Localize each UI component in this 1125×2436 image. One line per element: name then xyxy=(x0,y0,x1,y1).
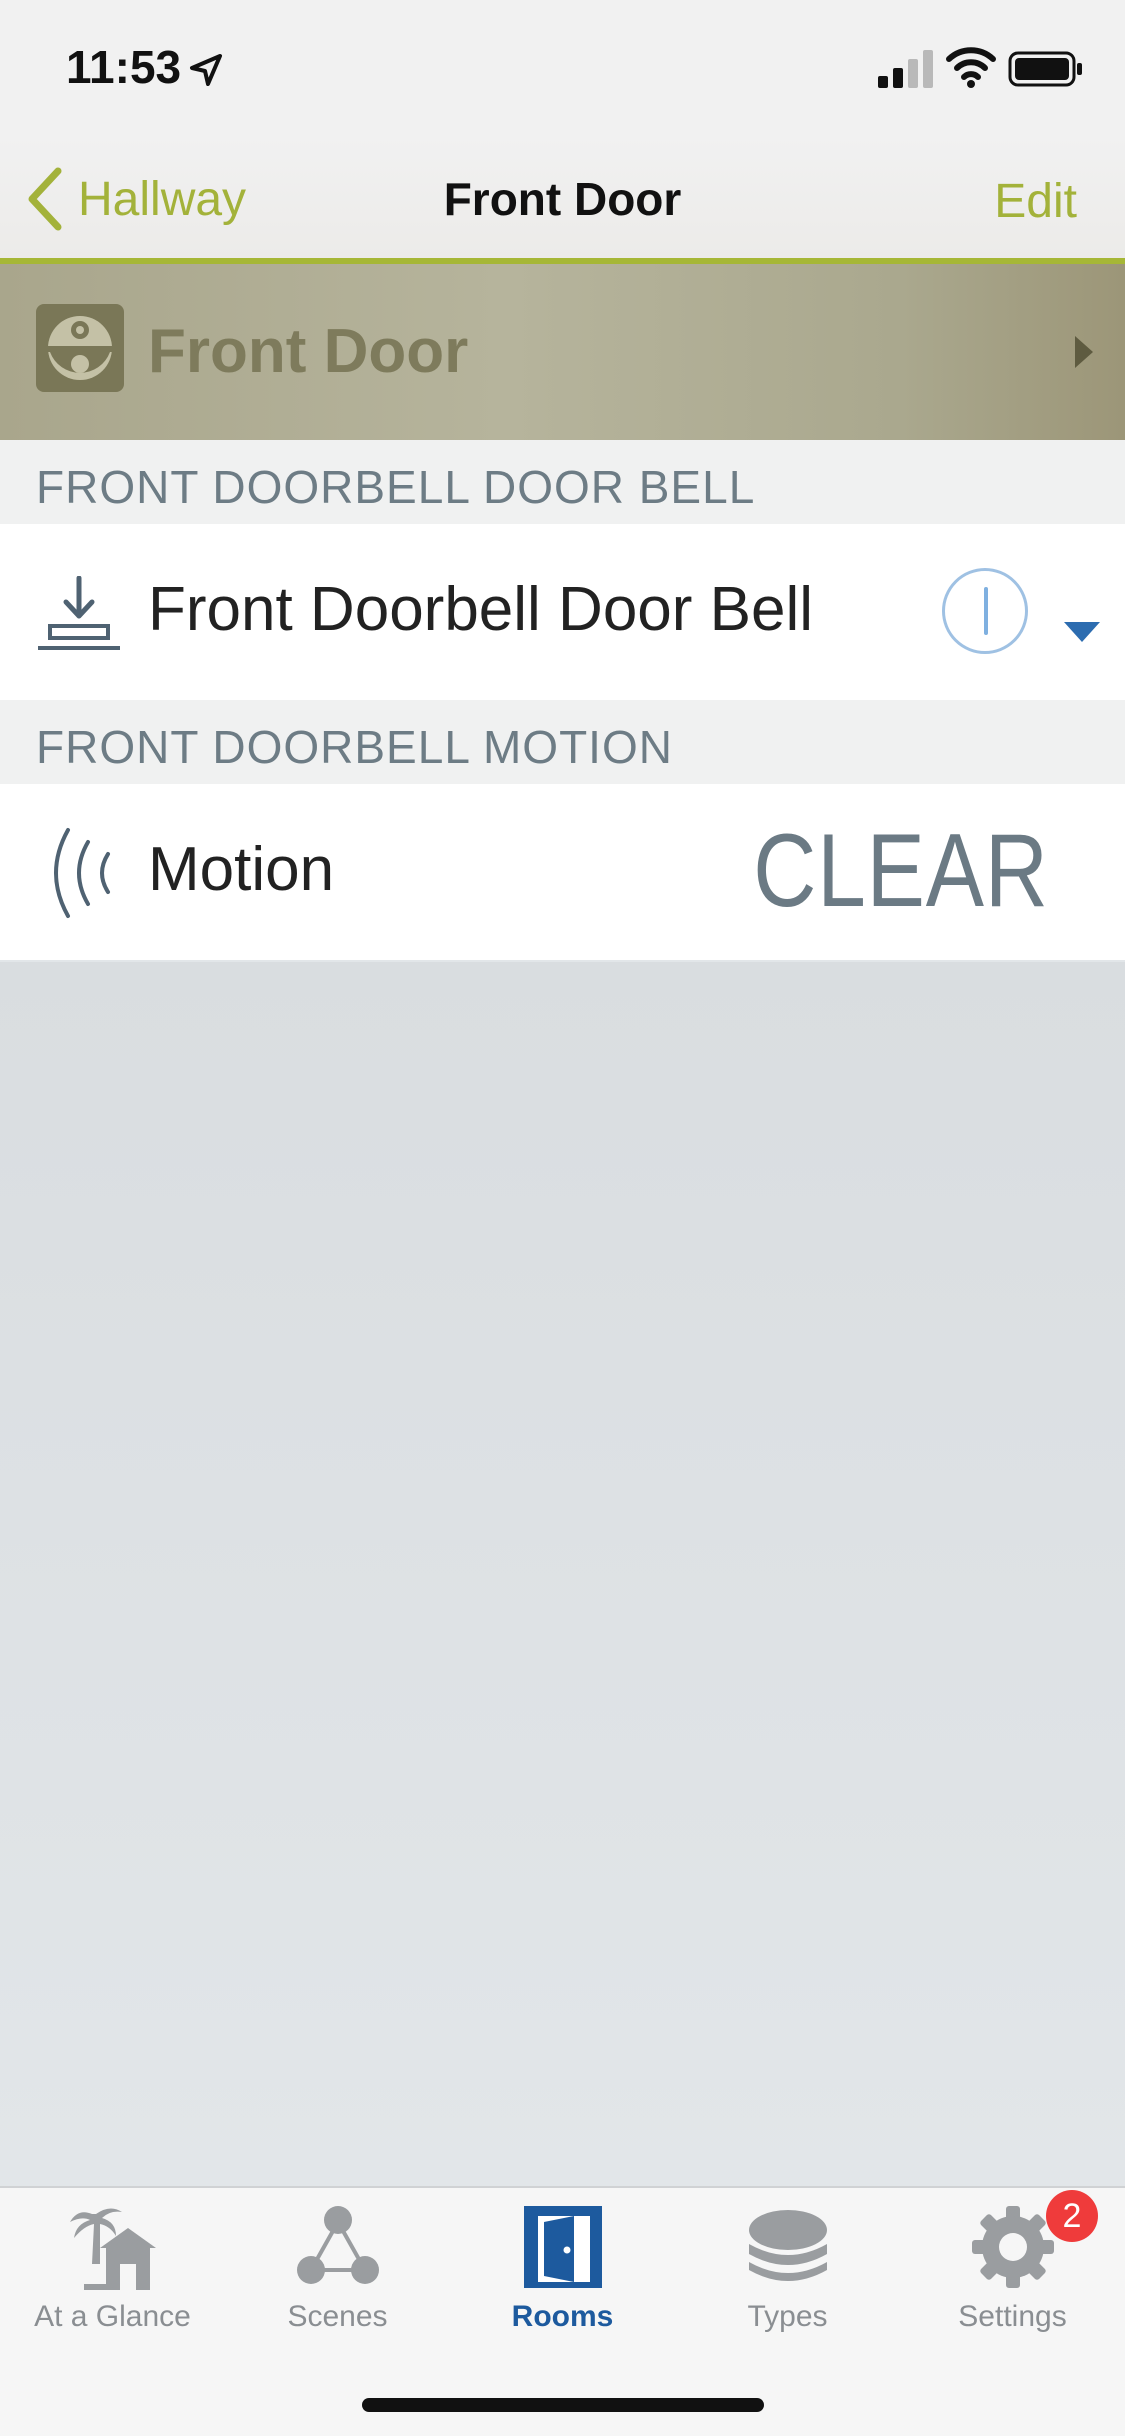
section-header-motion: FRONT DOORBELL MOTION xyxy=(0,700,1125,784)
tab-label: At a Glance xyxy=(34,2300,191,2333)
motion-status-value: CLEAR xyxy=(753,813,1049,929)
tab-scenes[interactable]: Scenes xyxy=(225,2204,450,2344)
section-header-door-bell: FRONT DOORBELL DOOR BELL xyxy=(0,440,1125,524)
tab-label: Scenes xyxy=(287,2300,388,2333)
tab-at-a-glance[interactable]: At a Glance xyxy=(0,2204,225,2344)
palm-house-icon xyxy=(70,2208,156,2290)
home-indicator[interactable] xyxy=(362,2398,764,2412)
tab-settings[interactable]: 2 Settings xyxy=(900,2190,1125,2344)
power-toggle-button[interactable] xyxy=(942,568,1028,654)
gear-icon xyxy=(972,2206,1054,2288)
tab-label: Types xyxy=(747,2300,828,2333)
power-icon xyxy=(984,587,988,635)
status-time: 11:53 xyxy=(66,41,182,93)
room-name: Front Door xyxy=(148,317,469,386)
room-header[interactable]: Front Door xyxy=(0,264,1125,440)
doorbell-press-icon xyxy=(38,576,120,650)
caret-right-icon xyxy=(1075,336,1093,368)
wifi-icon xyxy=(946,47,996,88)
door-icon xyxy=(524,2206,602,2288)
device-label: Front Doorbell Door Bell xyxy=(148,575,814,644)
notification-badge: 2 xyxy=(1046,2190,1098,2242)
navigation-bar: Hallway Front Door Edit xyxy=(0,136,1125,264)
scenes-nodes-icon xyxy=(297,2206,379,2284)
doorbell-camera-icon xyxy=(36,304,124,392)
edit-button[interactable]: Edit xyxy=(994,174,1077,229)
empty-content-area xyxy=(0,962,1125,2186)
status-bar: 11:53 xyxy=(0,0,1125,136)
motion-waves-icon xyxy=(54,828,110,918)
caret-down-icon[interactable] xyxy=(1064,622,1100,642)
cellular-signal-icon xyxy=(878,50,933,88)
device-label: Motion xyxy=(148,835,335,904)
tab-label: Rooms xyxy=(511,2300,614,2333)
tab-types[interactable]: Types xyxy=(675,2204,900,2344)
tab-rooms[interactable]: Rooms xyxy=(450,2204,675,2344)
location-arrow-icon xyxy=(190,54,222,86)
app-screen: 11:53 Hallway Front Door Edit Front Door… xyxy=(0,0,1125,2436)
section-header-label: FRONT DOORBELL DOOR BELL xyxy=(36,461,756,513)
device-row-door-bell[interactable]: Front Doorbell Door Bell xyxy=(0,524,1125,700)
section-header-label: FRONT DOORBELL MOTION xyxy=(36,721,673,773)
layers-icon xyxy=(749,2210,827,2281)
page-title: Front Door xyxy=(443,173,682,225)
tab-label: Settings xyxy=(958,2300,1067,2333)
battery-icon xyxy=(1008,51,1082,87)
device-row-motion[interactable]: Motion CLEAR xyxy=(0,784,1125,960)
